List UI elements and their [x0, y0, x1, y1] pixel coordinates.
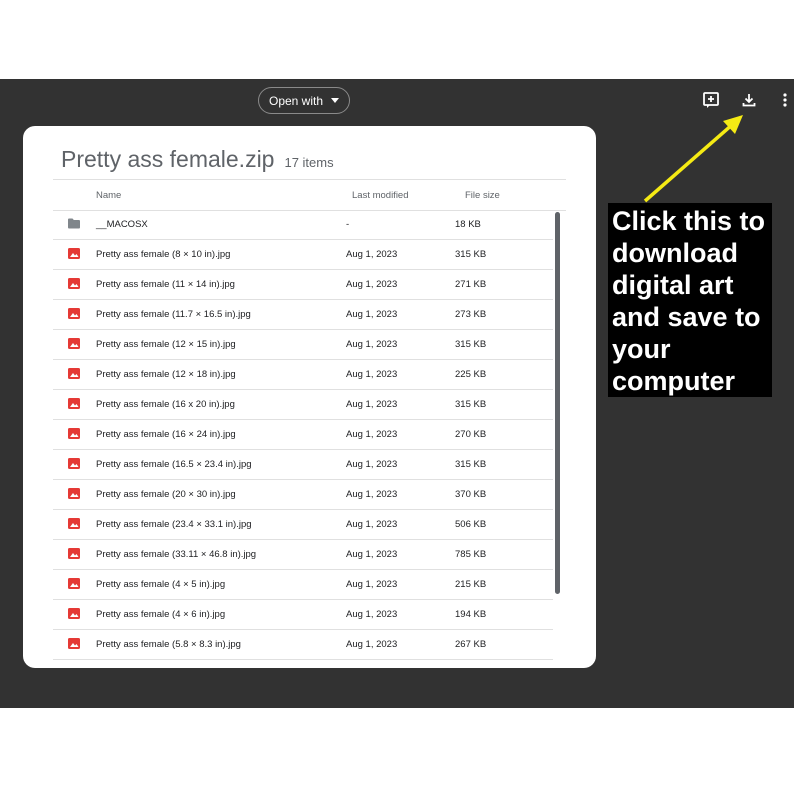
- arrow-shaft: [643, 122, 735, 203]
- pointer-arrow: [643, 115, 743, 203]
